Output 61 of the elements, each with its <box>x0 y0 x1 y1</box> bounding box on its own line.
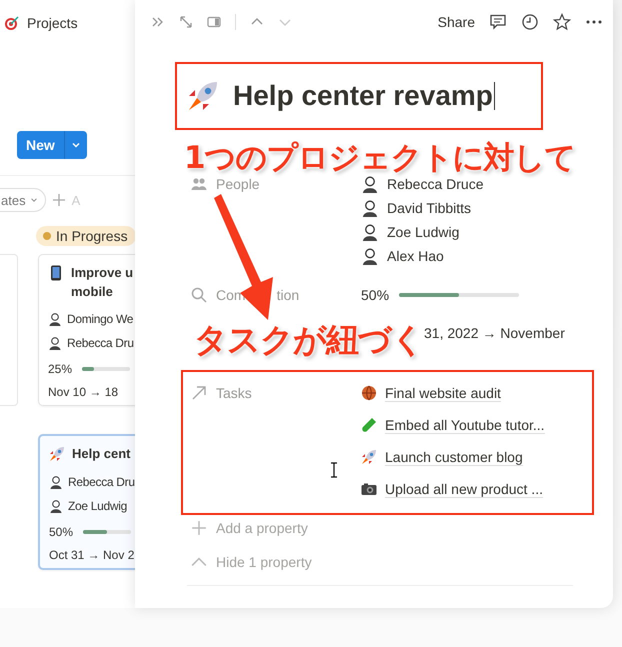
task-link[interactable]: Upload all new product ... <box>385 480 543 498</box>
rocket-icon <box>187 80 219 112</box>
rocket-icon <box>361 449 377 465</box>
phone-icon <box>48 265 64 281</box>
avatar-icon <box>361 175 379 193</box>
person-name[interactable]: Alex Hao <box>387 248 444 264</box>
completion-percent: 50% <box>49 525 74 539</box>
camera-icon <box>361 481 377 497</box>
avatar-icon <box>361 199 379 217</box>
page-title[interactable]: Help center revamp <box>233 80 493 112</box>
plus-icon[interactable] <box>191 520 207 536</box>
person-name[interactable]: Zoe Ludwig <box>387 224 460 240</box>
chevron-down-icon <box>30 196 38 204</box>
card-title: mobile <box>71 284 114 299</box>
annotation-text: 1つのプロジェクトに対して <box>184 143 576 174</box>
comment-icon[interactable] <box>489 13 507 31</box>
avatar-icon <box>48 312 62 326</box>
star-icon[interactable] <box>553 13 571 31</box>
task-link[interactable]: Embed all Youtube tutor... <box>385 416 545 434</box>
card-title: Help cent <box>72 446 131 461</box>
rocket-icon <box>49 446 65 462</box>
date-range: Nov 10 → 18 <box>48 385 120 399</box>
test-tube-icon <box>361 417 377 433</box>
ball-icon <box>361 385 377 401</box>
arrow-icon <box>191 385 207 401</box>
person-name[interactable]: Rebecca Druce <box>387 176 484 192</box>
collapse-icon[interactable] <box>151 15 165 29</box>
status-pill: In Progress <box>36 226 135 246</box>
person-name: Rebecca Dru <box>68 475 135 489</box>
annotation-text: タスクが紐づく <box>194 323 424 356</box>
new-button[interactable]: New <box>17 131 65 159</box>
date-range: Oct 31 → Nov 2 <box>49 548 135 562</box>
filter-chip[interactable]: ates <box>0 188 46 212</box>
plus-icon[interactable] <box>52 193 66 207</box>
person-name: Zoe Ludwig <box>68 499 128 513</box>
avatar-icon <box>361 247 379 265</box>
person-name: Domingo We <box>67 312 134 326</box>
new-dropdown-button[interactable] <box>64 131 87 159</box>
share-button[interactable]: Share <box>438 14 475 30</box>
completion-percent: 50% <box>361 287 390 303</box>
person-name: Rebecca Dru <box>67 336 134 350</box>
avatar-icon <box>361 223 379 241</box>
avatar-icon <box>49 475 63 489</box>
completion-percent: 25% <box>48 362 72 376</box>
search-icon <box>191 287 207 303</box>
person-name[interactable]: David Tibbitts <box>387 200 472 216</box>
avatar-icon <box>48 336 62 350</box>
database-title[interactable]: Projects <box>27 15 78 31</box>
target-icon <box>4 15 20 31</box>
chevron-down-icon <box>70 140 81 150</box>
expand-icon[interactable] <box>179 15 193 29</box>
board-card[interactable]: Help cent Rebecca Dru Zoe Ludwig 50% Oct 31 → Nov 2 <box>38 434 135 570</box>
date-value[interactable]: 31, 2022 → November <box>424 322 565 344</box>
task-link[interactable]: Launch customer blog <box>385 448 523 466</box>
task-link[interactable]: Final website audit <box>385 384 501 402</box>
card-title: Improve u <box>71 265 134 280</box>
side-panel-icon[interactable] <box>207 15 221 29</box>
avatar-icon <box>49 499 63 513</box>
people-icon <box>191 176 207 192</box>
clock-icon[interactable] <box>521 13 539 31</box>
text-cursor-icon <box>330 462 338 478</box>
